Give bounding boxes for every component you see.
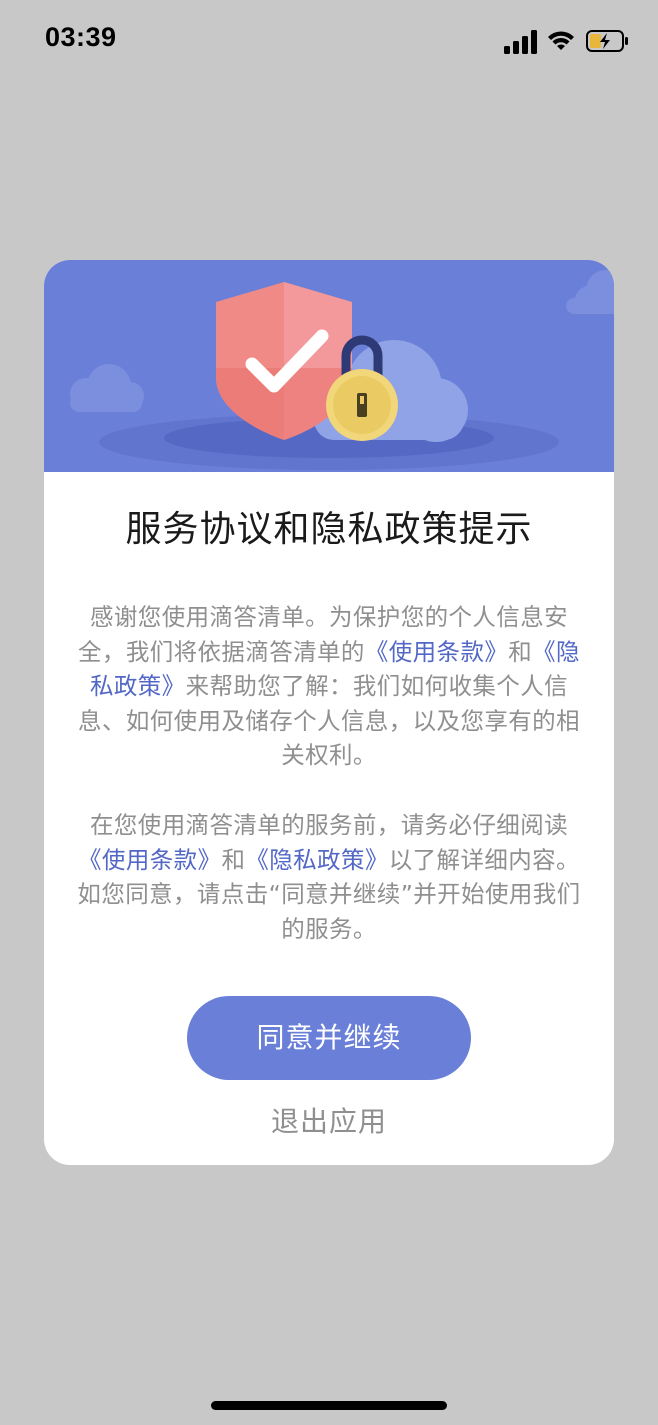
privacy-policy-link[interactable]: 《隐私政策》 [245,846,388,874]
home-indicator[interactable] [211,1401,447,1410]
battery-charging-icon [586,30,628,52]
consent-paragraph: 在您使用滴答清单的服务前，请务必仔细阅读《使用条款》和《隐私政策》以了解详细内容… [74,808,584,946]
paragraph-text: 和 [221,845,246,874]
cloud-icon [70,364,144,412]
paragraph-text: 在您使用滴答清单的服务前，请务必仔细阅读 [90,811,568,839]
agree-and-continue-button[interactable]: 同意并继续 [187,996,471,1080]
paragraph-text: 和 [508,637,533,666]
status-bar: 03:39 [0,0,658,80]
terms-of-use-link[interactable]: 《使用条款》 [365,638,508,666]
status-time: 03:39 [45,22,117,52]
intro-paragraph: 感谢您使用滴答清单。为保护您的个人信息安全，我们将依据滴答清单的《使用条款》和《… [74,600,584,773]
privacy-dialog: 服务协议和隐私政策提示 感谢您使用滴答清单。为保护您的个人信息安全，我们将依据滴… [44,260,614,1165]
wifi-icon [548,31,574,50]
dialog-title: 服务协议和隐私政策提示 [125,509,533,550]
signal-icon [504,30,537,54]
exit-app-button[interactable]: 退出应用 [229,1100,429,1144]
dialog-header-illustration [44,260,614,472]
status-icons [504,26,634,56]
terms-of-use-link[interactable]: 《使用条款》 [78,846,221,874]
